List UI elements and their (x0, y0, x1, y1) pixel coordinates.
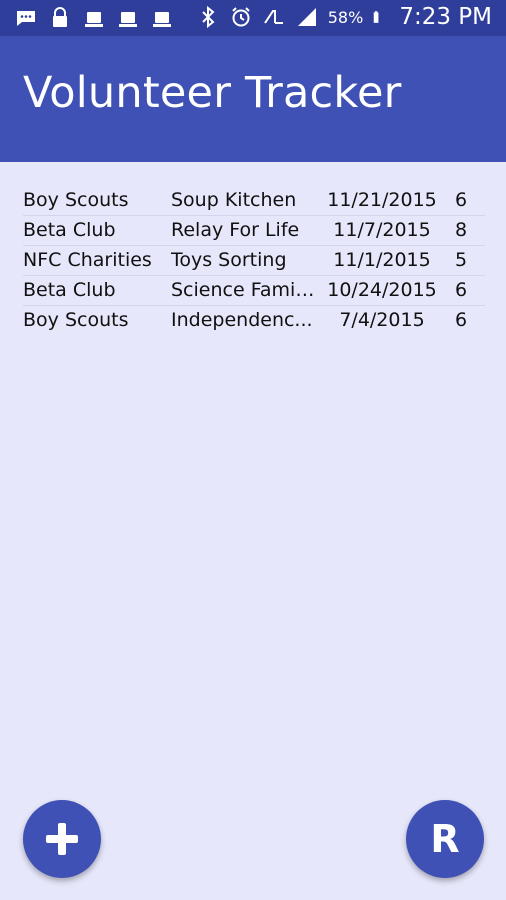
list-item[interactable]: Beta Club Relay For Life 11/7/2015 8 (23, 216, 485, 246)
list-item[interactable]: Beta Club Science Famil... 10/24/2015 6 (23, 276, 485, 306)
list-item[interactable]: NFC Charities Toys Sorting 11/1/2015 5 (23, 246, 485, 276)
message-icon (17, 11, 35, 26)
organization-name: Beta Club (23, 279, 116, 301)
list-item[interactable]: Boy Scouts Independenc... 7/4/2015 6 (23, 306, 485, 335)
report-button-label: R (430, 817, 460, 861)
alarm-icon (232, 7, 250, 27)
list-item[interactable]: Boy Scouts Soup Kitchen 11/21/2015 6 (23, 186, 485, 216)
event-name: Independenc... (171, 309, 313, 331)
event-name: Toys Sorting (171, 249, 287, 271)
clock: 7:23 PM (399, 4, 492, 30)
status-system: 58% 7:23 PM (196, 4, 492, 30)
event-hours: 6 (455, 309, 468, 331)
battery-percent: 58% (327, 7, 364, 27)
status-notifications (14, 6, 174, 30)
organization-name: Beta Club (23, 219, 116, 241)
event-date: 7/4/2015 (339, 309, 425, 331)
report-button[interactable]: R (406, 800, 484, 878)
status-bar: 58% 7:23 PM (0, 0, 506, 36)
event-name: Science Famil... (171, 279, 315, 301)
battery-icon (374, 11, 379, 23)
event-name: Soup Kitchen (171, 189, 297, 211)
event-hours: 8 (455, 219, 468, 241)
event-hours: 6 (455, 189, 468, 211)
volunteer-list: Boy Scouts Soup Kitchen 11/21/2015 6 Bet… (23, 186, 485, 335)
add-entry-button[interactable] (23, 800, 101, 878)
event-date: 11/1/2015 (333, 249, 431, 271)
alert-icon (153, 12, 171, 27)
app-bar: Volunteer Tracker (0, 36, 506, 162)
bluetooth-icon (202, 5, 215, 29)
alert-icon (119, 12, 137, 27)
wifi-4g-icon (263, 10, 283, 24)
organization-name: Boy Scouts (23, 309, 129, 331)
event-date: 11/21/2015 (327, 189, 437, 211)
signal-icon (297, 8, 316, 26)
event-name: Relay For Life (171, 219, 300, 241)
event-hours: 6 (455, 279, 468, 301)
plus-icon (46, 823, 78, 855)
alert-icon (85, 12, 103, 27)
event-date: 10/24/2015 (327, 279, 437, 301)
organization-name: Boy Scouts (23, 189, 129, 211)
event-hours: 5 (455, 249, 468, 271)
organization-name: NFC Charities (23, 249, 152, 271)
lock-icon (53, 7, 67, 27)
app-title: Volunteer Tracker (23, 68, 402, 118)
event-date: 11/7/2015 (333, 219, 431, 241)
